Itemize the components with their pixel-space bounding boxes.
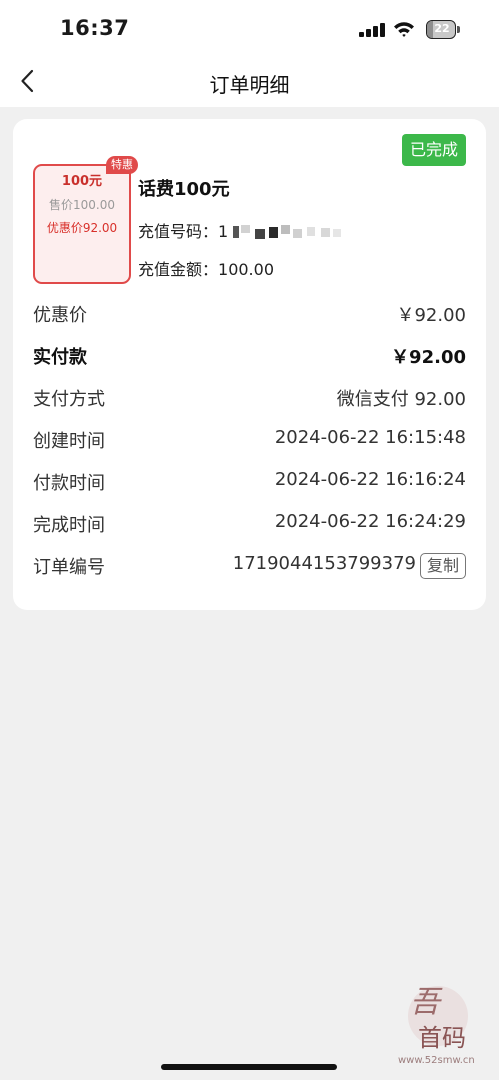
detail-label: 付款时间 [33,473,105,494]
detail-row-paid-time: 付款时间 2024-06-22 16:16:24 [33,469,466,495]
phone-label: 充值号码： [138,222,219,241]
copy-button[interactable]: 复制 [419,553,466,579]
order-number-value: 1719044153799379 [232,553,416,574]
detail-value: 2024-06-22 16:24:29 [274,511,466,532]
detail-label: 优惠价 [33,305,87,326]
home-indicator [161,1064,337,1070]
phone-line: 充值号码：1 [138,218,345,243]
watermark-logo: 吾 首码 [396,972,486,1052]
phone-value: 1 [218,222,229,241]
watermark-glyph-bottom: 首码 [418,1024,466,1052]
watermark-site: www.52smw.cn [398,1055,475,1066]
detail-value: ￥92.00 [391,347,466,368]
wifi-icon [393,20,415,38]
page-title: 订单明细 [209,73,290,97]
detail-value: ￥92.00 [396,305,466,326]
coupon-card: 100元 售价100.00 优惠价92.00 [33,164,131,284]
amount-line: 充值金额：100.00 [138,256,274,280]
battery-level-text: 22 [434,22,450,35]
coupon-price: 售价100.00 [49,198,115,212]
product-name: 话费100元 [138,179,230,200]
detail-row-payment-method: 支付方式 微信支付 92.00 [33,385,466,411]
detail-row-completed-time: 完成时间 2024-06-22 16:24:29 [33,511,466,537]
detail-value: 2024-06-22 16:15:48 [274,427,466,448]
status-bar: 16:37 22 [0,0,499,60]
amount-label: 充值金额： [138,260,219,279]
status-badge: 已完成 [402,134,466,166]
signal-icon [359,23,385,37]
nav-bar: 订单明细 [0,58,499,104]
detail-row-paid: 实付款 ￥92.00 [33,343,466,369]
detail-value: 微信支付 92.00 [336,389,466,410]
detail-value: 2024-06-22 16:16:24 [274,469,466,490]
detail-row-created-time: 创建时间 2024-06-22 16:15:48 [33,427,466,453]
detail-label: 完成时间 [33,515,105,536]
status-time: 16:37 [60,16,130,40]
amount-value: 100.00 [218,260,274,279]
battery-icon: 22 [426,20,460,39]
coupon-tag: 特惠 [106,156,138,174]
order-card: 已完成 100元 售价100.00 优惠价92.00 特惠 话费100元 充值号… [13,119,486,610]
detail-label: 创建时间 [33,431,105,452]
watermark-glyph-top: 吾 [410,985,443,1020]
detail-row-order-number: 订单编号 1719044153799379 复制 [33,553,466,579]
masked-phone-number [233,223,345,243]
order-number-group: 1719044153799379 复制 [233,553,466,579]
detail-label: 支付方式 [33,389,105,410]
detail-label: 实付款 [33,347,87,368]
coupon-discount-price: 优惠价92.00 [46,221,118,235]
detail-row-discount: 优惠价 ￥92.00 [33,301,466,327]
detail-label: 订单编号 [33,557,105,578]
